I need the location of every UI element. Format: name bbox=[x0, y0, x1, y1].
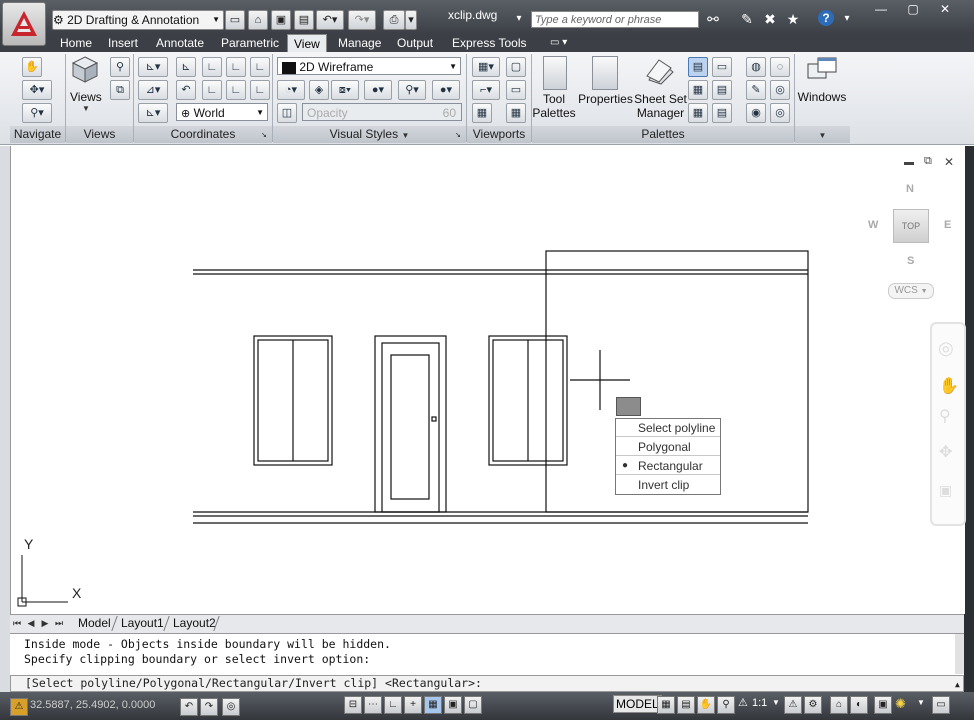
first-layout-icon[interactable]: ⏮ bbox=[12, 617, 22, 629]
steering-wheel-icon[interactable]: ◎ bbox=[938, 338, 954, 359]
next-layout-icon[interactable]: ▶ bbox=[40, 617, 50, 629]
command-history-line-1: Inside mode - Objects inside boundary wi… bbox=[24, 637, 391, 651]
chevron-down-icon[interactable]: ▼ bbox=[772, 698, 780, 707]
coordinate-readout[interactable]: 32.5887, 25.4902, 0.0000 bbox=[30, 699, 155, 711]
viewcube-top-face[interactable]: TOP bbox=[893, 209, 929, 243]
menu-item-label: Polygonal bbox=[638, 440, 691, 454]
quick-view-drawings-icon[interactable]: ▤ bbox=[677, 696, 695, 714]
chevron-down-icon[interactable]: ▼ bbox=[917, 698, 925, 707]
ortho-mode-icon[interactable]: + bbox=[404, 696, 422, 714]
menu-item-invert-clip[interactable]: Invert clip bbox=[616, 476, 720, 494]
last-layout-icon[interactable]: ⏭ bbox=[54, 617, 64, 629]
command-prompt: [Select polyline/Polygonal/Rectangular/I… bbox=[25, 676, 482, 690]
zoom-icon[interactable]: ⚲ bbox=[939, 406, 951, 426]
menu-item-label: Invert clip bbox=[638, 478, 690, 492]
app-status-icon[interactable]: ⚠ bbox=[10, 698, 28, 716]
chevron-up-icon[interactable]: ▲ bbox=[955, 677, 960, 692]
redo-status-icon[interactable]: ↷ bbox=[200, 698, 218, 716]
orbit-icon[interactable]: ✥ bbox=[939, 442, 952, 462]
command-history-line-2: Specify clipping boundary or select inve… bbox=[24, 652, 371, 666]
layout-tab-model[interactable]: Model bbox=[78, 615, 111, 631]
snap-status-icon[interactable]: ◎ bbox=[222, 698, 240, 716]
ucs-y-label: Y bbox=[24, 536, 34, 552]
menu-item-select-polyline[interactable]: Select polyline bbox=[616, 419, 720, 437]
showmotion-icon[interactable]: ▣ bbox=[939, 482, 952, 499]
lightbulb-icon[interactable]: ✺ bbox=[895, 696, 906, 712]
lock-ui-icon[interactable]: ⌂ bbox=[830, 696, 848, 714]
wcs-menu[interactable]: WCS ▼ bbox=[888, 283, 934, 299]
infer-constraints-icon[interactable]: ⊟ bbox=[344, 696, 362, 714]
layout-tab-layout2[interactable]: Layout2 bbox=[173, 615, 216, 631]
menu-item-label: Rectangular bbox=[638, 459, 703, 473]
pan-hand-icon[interactable]: ✋ bbox=[939, 376, 959, 396]
command-history-scrollbar[interactable] bbox=[955, 634, 964, 674]
viewcube-west[interactable]: W bbox=[868, 219, 878, 231]
isolate-objects-icon[interactable]: ◐ bbox=[850, 696, 868, 714]
hardware-acceleration-icon[interactable]: ▣ bbox=[874, 696, 892, 714]
wcs-label: WCS bbox=[894, 285, 918, 296]
model-space-toggle[interactable]: MODEL bbox=[613, 695, 662, 713]
object-snap-icon[interactable]: ▣ bbox=[444, 696, 462, 714]
undo-status-icon[interactable]: ↶ bbox=[180, 698, 198, 716]
annotation-visibility-icon[interactable]: ⚠ bbox=[784, 696, 802, 714]
annotation-scale[interactable]: 1:1 bbox=[752, 697, 767, 709]
menu-item-label: Select polyline bbox=[638, 421, 716, 435]
selected-bullet-icon: ● bbox=[622, 460, 629, 471]
annotation-scale-icon[interactable]: ⚠ bbox=[738, 696, 748, 709]
snap-mode-icon[interactable]: ⋯ bbox=[364, 696, 382, 714]
grid-display-icon[interactable]: ∟ bbox=[384, 696, 402, 714]
object-snap-tracking-icon[interactable]: ▢ bbox=[464, 696, 482, 714]
navigation-bar: ◎ ✋ ⚲ ✥ ▣ bbox=[930, 322, 966, 526]
menu-item-polygonal[interactable]: Polygonal bbox=[616, 438, 720, 456]
command-history: Inside mode - Objects inside boundary wi… bbox=[10, 633, 964, 674]
application-menu-button[interactable] bbox=[2, 2, 46, 46]
viewcube-north[interactable]: N bbox=[906, 183, 914, 195]
quick-view-layouts-icon[interactable]: ▦ bbox=[657, 696, 675, 714]
autocad-logo-icon bbox=[11, 11, 37, 36]
polar-tracking-icon[interactable]: ▦ bbox=[424, 696, 442, 714]
drawing-geometry bbox=[17, 250, 809, 607]
ucs-x-label: X bbox=[72, 585, 82, 601]
chevron-down-icon: ▼ bbox=[920, 288, 928, 295]
viewcube-south[interactable]: S bbox=[907, 255, 914, 267]
workspace-switching-icon[interactable]: ⚙ bbox=[804, 696, 822, 714]
xclip-options-menu: Select polyline Polygonal ● Rectangular I… bbox=[615, 418, 721, 495]
dynamic-input-grip bbox=[616, 397, 641, 416]
layout-tab-layout1[interactable]: Layout1 bbox=[121, 615, 164, 631]
clean-screen-icon[interactable]: ▭ bbox=[932, 696, 950, 714]
pan-status-icon[interactable]: ✋ bbox=[697, 696, 715, 714]
command-input[interactable]: [Select polyline/Polygonal/Rectangular/I… bbox=[10, 675, 964, 692]
zoom-status-icon[interactable]: ⚲ bbox=[717, 696, 735, 714]
menu-item-rectangular[interactable]: ● Rectangular bbox=[616, 457, 720, 475]
viewcube-east[interactable]: E bbox=[944, 219, 951, 231]
previous-layout-icon[interactable]: ◀ bbox=[26, 617, 36, 629]
